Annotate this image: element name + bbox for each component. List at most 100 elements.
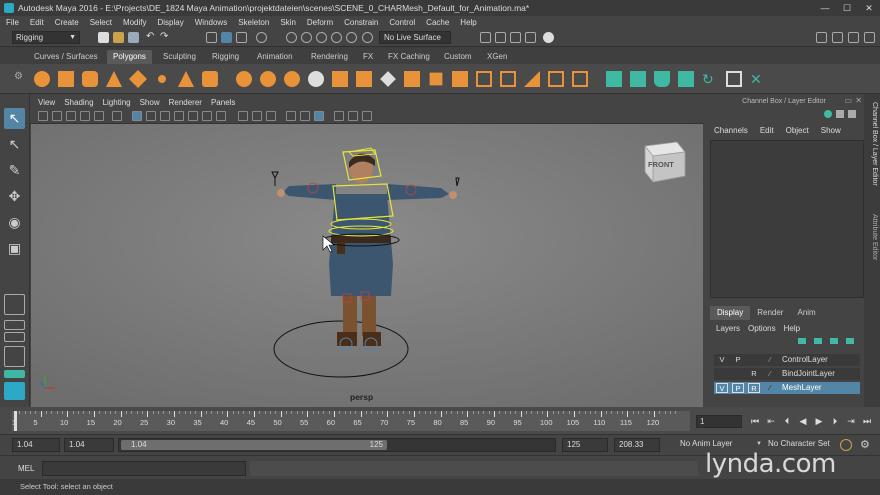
camera-attributes-icon[interactable] xyxy=(52,111,62,121)
end-time-field[interactable]: 208.33 xyxy=(614,438,660,452)
channel-list-area[interactable] xyxy=(710,140,864,298)
gate-mask-icon[interactable] xyxy=(174,111,184,121)
redo-icon[interactable]: ↷ xyxy=(160,32,171,43)
menu-constrain[interactable]: Constrain xyxy=(344,16,378,29)
sew-uv-icon[interactable]: ✕ xyxy=(750,71,766,87)
layer-row[interactable]: V P R ⁄ MeshLayer xyxy=(714,382,860,394)
persp-outliner-layout-icon[interactable] xyxy=(4,346,25,367)
collapse-icon[interactable] xyxy=(548,71,564,87)
poly-cylinder-icon[interactable] xyxy=(82,71,98,87)
rotate-tool-icon[interactable]: ◉ xyxy=(4,212,25,233)
panel-menu-shading[interactable]: Shading xyxy=(64,97,93,109)
render-setup-icon[interactable] xyxy=(543,32,554,43)
menu-skeleton[interactable]: Skeleton xyxy=(238,16,269,29)
edit-menu[interactable]: Edit xyxy=(760,126,774,135)
panel-menu-renderer[interactable]: Renderer xyxy=(169,97,202,109)
channel-box-layout-icon[interactable] xyxy=(848,110,856,118)
multi-cut-icon[interactable] xyxy=(452,71,468,87)
menu-display[interactable]: Display xyxy=(158,16,184,29)
panel-menu-lighting[interactable]: Lighting xyxy=(103,97,131,109)
shelf-tab-fx[interactable]: FX xyxy=(357,50,379,64)
layer-color-icon[interactable]: ⁄ xyxy=(764,383,776,393)
snap-curve-icon[interactable] xyxy=(301,32,312,43)
smooth-icon[interactable] xyxy=(284,71,300,87)
toggle-tool-settings-icon[interactable] xyxy=(848,32,859,43)
offset-edge-loop-icon[interactable] xyxy=(500,71,516,87)
step-back-frame-icon[interactable]: ⏴ xyxy=(782,415,792,427)
field-chart-icon[interactable] xyxy=(188,111,198,121)
play-backward-icon[interactable]: ◀ xyxy=(798,415,808,427)
shelf-tab-sculpting[interactable]: Sculpting xyxy=(157,50,202,64)
grease-pencil-icon[interactable] xyxy=(112,111,122,121)
cylindrical-map-icon[interactable] xyxy=(654,71,670,87)
layer-tab-render[interactable]: Render xyxy=(750,306,790,320)
playback-end-field[interactable]: 125 xyxy=(562,438,608,452)
snap-live-icon[interactable] xyxy=(362,32,373,43)
fill-hole-icon[interactable] xyxy=(429,72,443,86)
planar-map-icon[interactable] xyxy=(630,71,646,87)
scale-tool-icon[interactable]: ▣ xyxy=(4,238,25,259)
layers-menu[interactable]: Layers xyxy=(716,324,740,333)
step-back-key-icon[interactable]: ⇤ xyxy=(766,415,776,427)
layer-visibility-toggle[interactable]: V xyxy=(716,355,728,365)
select-hierarchy-icon[interactable] xyxy=(206,32,217,43)
object-menu[interactable]: Object xyxy=(786,126,809,135)
append-polygon-icon[interactable] xyxy=(404,71,420,87)
poly-prism-icon[interactable] xyxy=(178,71,194,87)
range-handle[interactable]: 1.04 125 xyxy=(121,440,387,450)
menu-deform[interactable]: Deform xyxy=(307,16,333,29)
hypershade-icon[interactable] xyxy=(525,32,536,43)
menu-create[interactable]: Create xyxy=(55,16,79,29)
render-settings-icon[interactable] xyxy=(510,32,521,43)
extrude-icon[interactable] xyxy=(332,71,348,87)
shelf-tab-rendering[interactable]: Rendering xyxy=(305,50,354,64)
snap-surface-icon[interactable] xyxy=(346,32,357,43)
merge-icon[interactable] xyxy=(524,71,540,87)
xray-icon[interactable] xyxy=(286,111,296,121)
shelf-tab-curves-surfaces[interactable]: Curves / Surfaces xyxy=(28,50,104,64)
shelf-tab-xgen[interactable]: XGen xyxy=(481,50,513,64)
time-ruler[interactable]: 1510152025303540455055606570758085909510… xyxy=(12,411,690,431)
grid-toggle-icon[interactable] xyxy=(132,111,142,121)
layer-name[interactable]: BindJointLayer xyxy=(782,368,835,380)
textured-icon[interactable] xyxy=(334,111,344,121)
layer-tab-anim[interactable]: Anim xyxy=(790,306,822,320)
side-by-side-layout-icon[interactable] xyxy=(4,332,25,342)
layer-reference-toggle[interactable] xyxy=(748,355,760,365)
move-layer-up-icon[interactable] xyxy=(798,338,806,344)
layer-playback-toggle[interactable]: P xyxy=(732,355,744,365)
paint-select-tool-icon[interactable]: ✎ xyxy=(4,160,25,181)
layer-color-icon[interactable]: ⁄ xyxy=(764,355,776,365)
layer-name[interactable]: ControlLayer xyxy=(782,354,828,366)
side-tab-attribute-editor[interactable]: Attribute Editor xyxy=(866,214,878,260)
ipr-render-icon[interactable] xyxy=(495,32,506,43)
checker-icon[interactable] xyxy=(726,71,742,87)
save-scene-icon[interactable] xyxy=(128,32,139,43)
bevel-icon[interactable] xyxy=(380,71,396,87)
layer-visibility-toggle[interactable] xyxy=(716,369,728,379)
poly-torus-icon[interactable] xyxy=(154,71,170,87)
boolean-icon[interactable] xyxy=(308,71,324,87)
menu-windows[interactable]: Windows xyxy=(195,16,227,29)
resolution-gate-icon[interactable] xyxy=(160,111,170,121)
preferences-gear-icon[interactable]: ⚙ xyxy=(860,439,872,451)
combine-icon[interactable] xyxy=(236,71,252,87)
new-scene-icon[interactable] xyxy=(98,32,109,43)
layer-playback-toggle[interactable] xyxy=(732,369,744,379)
single-pane-layout-icon[interactable] xyxy=(4,294,25,315)
separate-icon[interactable] xyxy=(260,71,276,87)
mask-icon[interactable] xyxy=(256,32,267,43)
toggle-modeling-toolkit-icon[interactable] xyxy=(816,32,827,43)
poly-pipe-icon[interactable] xyxy=(202,71,218,87)
poly-sphere-icon[interactable] xyxy=(34,71,50,87)
auto-key-icon[interactable] xyxy=(840,439,852,451)
poly-cube-icon[interactable] xyxy=(58,71,74,87)
twod-pan-zoom-icon[interactable] xyxy=(94,111,104,121)
bookmark-icon[interactable] xyxy=(66,111,76,121)
move-layer-down-icon[interactable] xyxy=(814,338,822,344)
options-menu[interactable]: Options xyxy=(748,324,776,333)
toggle-channel-box-icon[interactable] xyxy=(864,32,875,43)
select-camera-icon[interactable] xyxy=(38,111,48,121)
bridge-icon[interactable] xyxy=(356,71,372,87)
layer-row[interactable]: V P ⁄ ControlLayer xyxy=(714,354,860,366)
